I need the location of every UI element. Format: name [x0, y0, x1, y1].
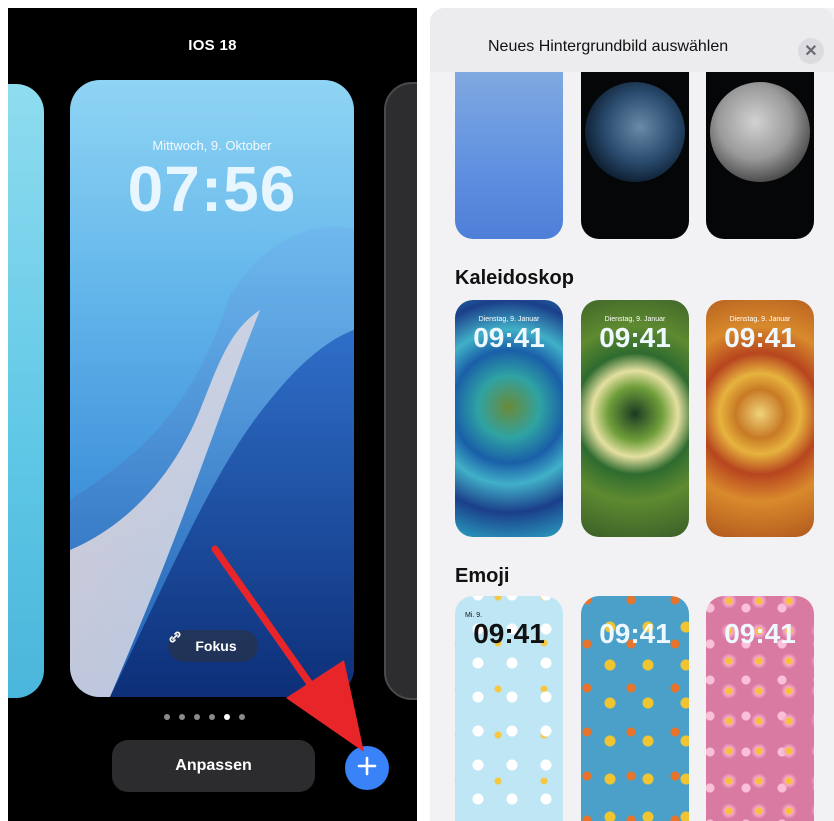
wallpaper-thumb-emoji-fish[interactable]: 09:41: [581, 596, 689, 821]
close-icon: ✕: [804, 43, 818, 60]
wallpaper-card-current[interactable]: Mittwoch, 9. Oktober 07:56 Fokus: [70, 80, 354, 697]
focus-label: Fokus: [195, 638, 237, 654]
thumb-time: 09:41: [724, 322, 796, 353]
thumb-time: 09:41: [599, 618, 671, 649]
wallpaper-thumb-blue[interactable]: [455, 72, 563, 239]
wallpaper-thumb-kaleidoskop-green[interactable]: Dienstag, 9. Januar 09:41: [581, 300, 689, 537]
page-dot[interactable]: [239, 714, 245, 720]
lock-time: 07:56: [127, 153, 297, 225]
page-dot[interactable]: [164, 714, 170, 720]
customize-button[interactable]: Anpassen: [112, 740, 315, 792]
thumb-time: 09:41: [473, 322, 545, 353]
screen-title: IOS 18: [188, 37, 237, 54]
focus-button[interactable]: Fokus: [168, 630, 258, 662]
wallpaper-thumb-emoji-flowers[interactable]: 09:41: [706, 596, 814, 821]
page-dot[interactable]: [209, 714, 215, 720]
sheet-header: Neues Hintergrundbild auswählen ✕: [430, 8, 834, 72]
wallpaper-thumb-moon[interactable]: [706, 72, 814, 239]
thumb-time: 09:41: [599, 322, 671, 353]
page-dot[interactable]: [179, 714, 185, 720]
wallpaper-thumb-kaleidoskop-blue[interactable]: Dienstag, 9. Januar 09:41: [455, 300, 563, 537]
wallpaper-picker-sheet: Neues Hintergrundbild auswählen ✕ Kaleid…: [430, 8, 834, 821]
close-button[interactable]: ✕: [798, 38, 824, 64]
wallpaper-thumb-emoji-bees[interactable]: Mi. 9. 09:41: [455, 596, 563, 821]
thumb-time: 09:41: [473, 618, 545, 649]
earth-image: [585, 82, 685, 182]
wallpaper-thumb-earth[interactable]: [581, 72, 689, 239]
lock-screen-gallery: IOS 18 Mittwoch, 9. Oktober 07:56 Fokus …: [8, 8, 417, 821]
wallpaper-card-next[interactable]: [384, 82, 417, 700]
lock-date: Mittwoch, 9. Oktober: [152, 138, 272, 153]
thumb-time: 09:41: [724, 618, 796, 649]
page-dot[interactable]: [194, 714, 200, 720]
wallpaper-card-previous[interactable]: [8, 84, 44, 698]
wallpaper-thumb-kaleidoskop-orange[interactable]: Dienstag, 9. Januar 09:41: [706, 300, 814, 537]
sheet-title: Neues Hintergrundbild auswählen: [488, 38, 729, 55]
section-title-emoji: Emoji: [455, 565, 510, 587]
moon-image: [710, 82, 810, 182]
add-wallpaper-button[interactable]: [345, 746, 389, 790]
page-dot-active[interactable]: [224, 714, 230, 720]
section-title-kaleidoskop: Kaleidoskop: [455, 267, 574, 289]
plus-icon: [357, 756, 377, 781]
page-indicator[interactable]: [164, 714, 245, 720]
